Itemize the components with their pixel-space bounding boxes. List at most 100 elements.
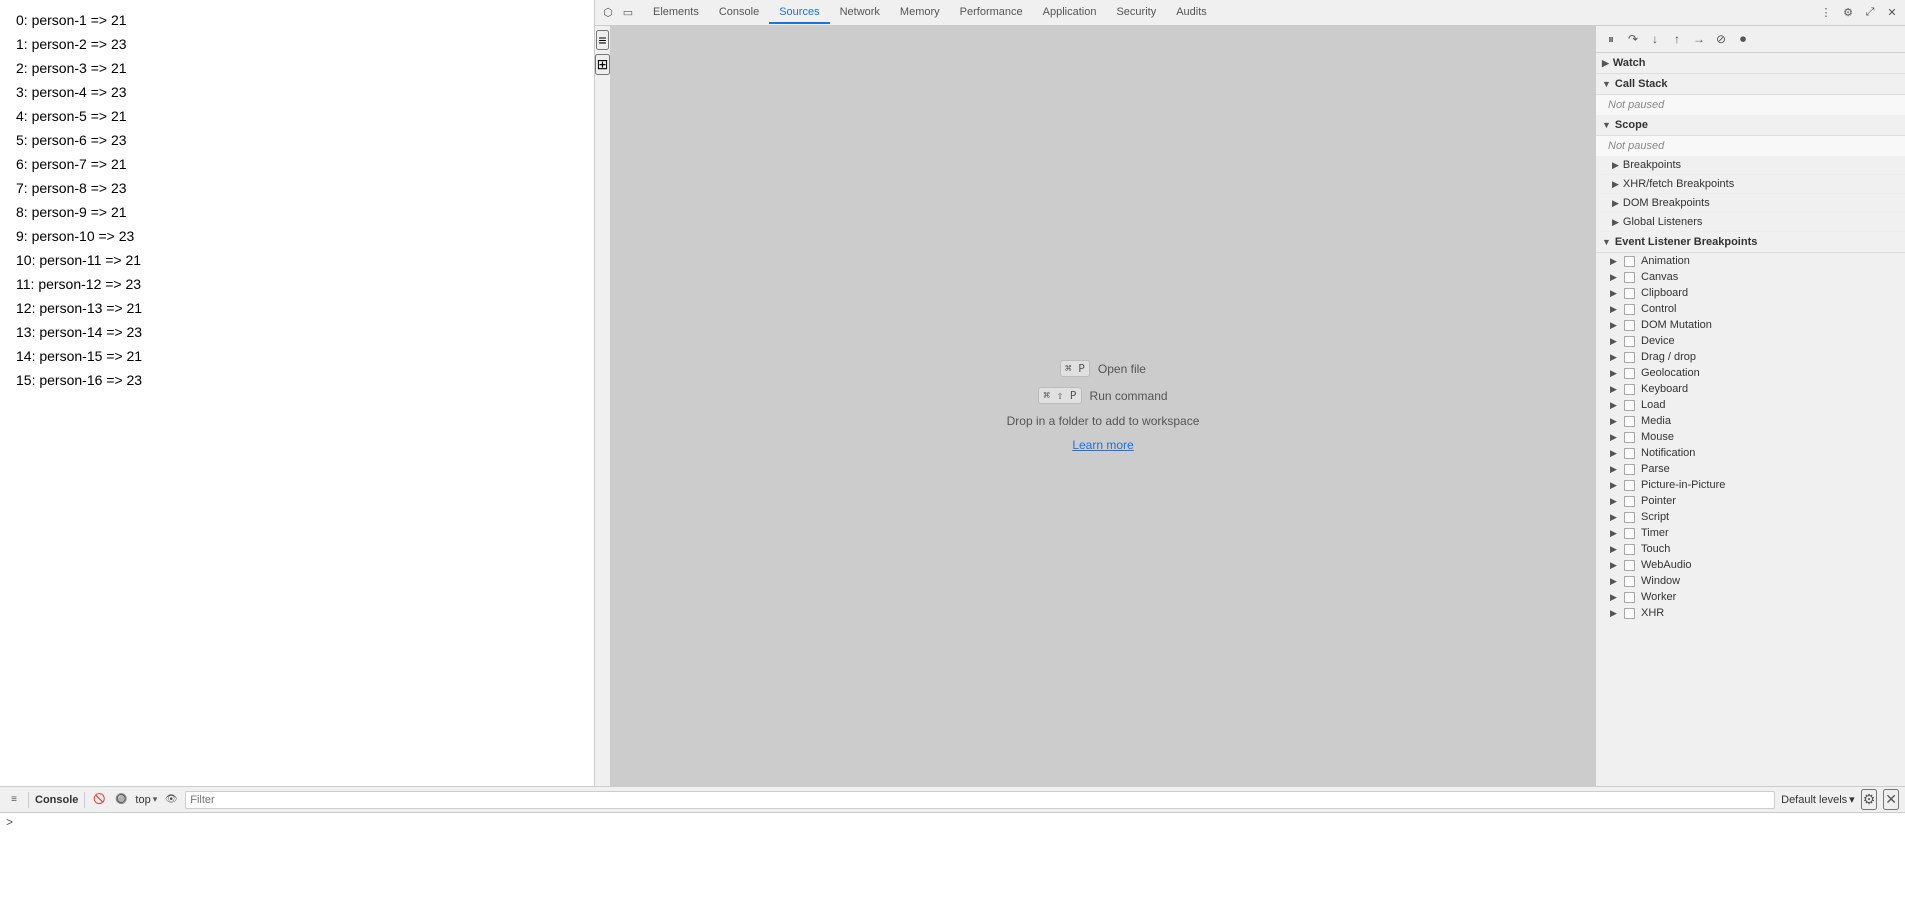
elb-arrow-icon: ▶ bbox=[1610, 528, 1620, 539]
event-listener-item-canvas[interactable]: ▶ Canvas bbox=[1596, 269, 1905, 285]
dock-icon[interactable]: ⤢ bbox=[1861, 4, 1879, 22]
elb-checkbox[interactable] bbox=[1624, 464, 1635, 475]
inspect-icon[interactable]: ⬡ bbox=[599, 4, 617, 22]
event-listener-item-timer[interactable]: ▶ Timer bbox=[1596, 525, 1905, 541]
step-btn[interactable]: → bbox=[1690, 30, 1708, 48]
event-listener-item-animation[interactable]: ▶ Animation bbox=[1596, 253, 1905, 269]
elb-checkbox[interactable] bbox=[1624, 512, 1635, 523]
event-listener-item-drag-drop[interactable]: ▶ Drag / drop bbox=[1596, 349, 1905, 365]
device-icon[interactable]: ▭ bbox=[619, 4, 637, 22]
breakpoints-section-header[interactable]: ▶ Breakpoints bbox=[1596, 156, 1905, 175]
event-listener-item-touch[interactable]: ▶ Touch bbox=[1596, 541, 1905, 557]
console-filter-input[interactable] bbox=[185, 791, 1775, 809]
event-listener-item-device[interactable]: ▶ Device bbox=[1596, 333, 1905, 349]
event-listener-item-control[interactable]: ▶ Control bbox=[1596, 301, 1905, 317]
main-layout: 0: person-1 => 211: person-2 => 232: per… bbox=[0, 0, 1905, 786]
step-out-btn[interactable]: ↑ bbox=[1668, 30, 1686, 48]
console-levels-label: Default levels bbox=[1781, 794, 1847, 806]
console-levels-btn[interactable]: Default levels ▾ bbox=[1781, 793, 1855, 806]
open-file-hint: ⌘ P Open file bbox=[1060, 360, 1146, 377]
tab-network[interactable]: Network bbox=[830, 2, 890, 24]
event-listener-item-media[interactable]: ▶ Media bbox=[1596, 413, 1905, 429]
elb-checkbox[interactable] bbox=[1624, 448, 1635, 459]
elb-checkbox[interactable] bbox=[1624, 400, 1635, 411]
event-listener-item-picture-in-picture[interactable]: ▶ Picture-in-Picture bbox=[1596, 477, 1905, 493]
more-tabs-icon[interactable]: ⋮ bbox=[1817, 4, 1835, 22]
event-listener-item-xhr[interactable]: ▶ XHR bbox=[1596, 605, 1905, 621]
sidebar-toggle-icon[interactable]: ≡ bbox=[596, 30, 608, 50]
elb-checkbox[interactable] bbox=[1624, 528, 1635, 539]
elb-label: Pointer bbox=[1641, 495, 1676, 507]
tab-console[interactable]: Console bbox=[709, 2, 769, 24]
console-prompt-arrow-icon: > bbox=[6, 815, 13, 829]
tab-security[interactable]: Security bbox=[1106, 2, 1166, 24]
event-listener-item-script[interactable]: ▶ Script bbox=[1596, 509, 1905, 525]
event-listener-item-window[interactable]: ▶ Window bbox=[1596, 573, 1905, 589]
event-listener-item-clipboard[interactable]: ▶ Clipboard bbox=[1596, 285, 1905, 301]
dom-breakpoints-section-header[interactable]: ▶ DOM Breakpoints bbox=[1596, 194, 1905, 213]
sidebar-panel-icon[interactable]: ⊞ bbox=[595, 54, 610, 75]
elb-checkbox[interactable] bbox=[1624, 592, 1635, 603]
event-listener-item-load[interactable]: ▶ Load bbox=[1596, 397, 1905, 413]
event-listener-item-notification[interactable]: ▶ Notification bbox=[1596, 445, 1905, 461]
step-over-btn[interactable]: ↷ bbox=[1624, 30, 1642, 48]
xhr-breakpoints-section-header[interactable]: ▶ XHR/fetch Breakpoints bbox=[1596, 175, 1905, 194]
run-command-label: Run command bbox=[1090, 389, 1168, 403]
elb-checkbox[interactable] bbox=[1624, 320, 1635, 331]
elb-checkbox[interactable] bbox=[1624, 480, 1635, 491]
tab-memory[interactable]: Memory bbox=[890, 2, 950, 24]
pause-on-exceptions-btn[interactable]: ⏺ bbox=[1734, 30, 1752, 48]
event-listener-item-worker[interactable]: ▶ Worker bbox=[1596, 589, 1905, 605]
global-listeners-section-header[interactable]: ▶ Global Listeners bbox=[1596, 213, 1905, 232]
elb-arrow-icon: ▶ bbox=[1610, 432, 1620, 443]
dom-breakpoints-label: DOM Breakpoints bbox=[1623, 197, 1710, 209]
learn-more-link[interactable]: Learn more bbox=[1072, 438, 1133, 452]
event-listener-item-webaudio[interactable]: ▶ WebAudio bbox=[1596, 557, 1905, 573]
elb-checkbox[interactable] bbox=[1624, 432, 1635, 443]
step-into-btn[interactable]: ↓ bbox=[1646, 30, 1664, 48]
tab-audits[interactable]: Audits bbox=[1166, 2, 1217, 24]
event-listener-item-geolocation[interactable]: ▶ Geolocation bbox=[1596, 365, 1905, 381]
elb-checkbox[interactable] bbox=[1624, 288, 1635, 299]
event-listener-item-parse[interactable]: ▶ Parse bbox=[1596, 461, 1905, 477]
tab-performance[interactable]: Performance bbox=[950, 2, 1033, 24]
console-eye-icon[interactable]: 👁 bbox=[163, 792, 179, 808]
event-listener-item-pointer[interactable]: ▶ Pointer bbox=[1596, 493, 1905, 509]
elb-checkbox[interactable] bbox=[1624, 544, 1635, 555]
elb-checkbox[interactable] bbox=[1624, 368, 1635, 379]
tab-application[interactable]: Application bbox=[1033, 2, 1107, 24]
elb-checkbox[interactable] bbox=[1624, 496, 1635, 507]
elb-checkbox[interactable] bbox=[1624, 256, 1635, 267]
pause-resume-btn[interactable]: ⏸ bbox=[1602, 30, 1620, 48]
event-listener-label: Event Listener Breakpoints bbox=[1615, 236, 1757, 248]
elb-checkbox[interactable] bbox=[1624, 608, 1635, 619]
elb-checkbox[interactable] bbox=[1624, 272, 1635, 283]
scope-section-header[interactable]: ▼ Scope bbox=[1596, 115, 1905, 136]
console-sidebar-icon[interactable]: ≡ bbox=[6, 792, 22, 808]
console-filter-icon[interactable]: 🔘 bbox=[113, 792, 129, 808]
console-close-icon[interactable]: ✕ bbox=[1883, 789, 1899, 810]
deactivate-breakpoints-btn[interactable]: ⊘ bbox=[1712, 30, 1730, 48]
tab-sources[interactable]: Sources bbox=[769, 2, 829, 24]
elb-checkbox[interactable] bbox=[1624, 384, 1635, 395]
event-listener-section-header[interactable]: ▼ Event Listener Breakpoints bbox=[1596, 232, 1905, 253]
call-stack-section-header[interactable]: ▼ Call Stack bbox=[1596, 74, 1905, 95]
close-devtools-icon[interactable]: ✕ bbox=[1883, 4, 1901, 22]
console-clear-icon[interactable]: 🚫 bbox=[91, 792, 107, 808]
elb-checkbox[interactable] bbox=[1624, 560, 1635, 571]
elb-checkbox[interactable] bbox=[1624, 416, 1635, 427]
elb-checkbox[interactable] bbox=[1624, 576, 1635, 587]
console-settings-icon[interactable]: ⚙ bbox=[1861, 789, 1878, 810]
elb-checkbox[interactable] bbox=[1624, 352, 1635, 363]
elb-checkbox[interactable] bbox=[1624, 304, 1635, 315]
elb-arrow-icon: ▶ bbox=[1610, 608, 1620, 619]
elb-arrow-icon: ▶ bbox=[1610, 416, 1620, 427]
elb-label: Mouse bbox=[1641, 431, 1674, 443]
event-listener-item-dom-mutation[interactable]: ▶ DOM Mutation bbox=[1596, 317, 1905, 333]
tab-elements[interactable]: Elements bbox=[643, 2, 709, 24]
watch-section-header[interactable]: ▶ Watch bbox=[1596, 53, 1905, 74]
event-listener-item-keyboard[interactable]: ▶ Keyboard bbox=[1596, 381, 1905, 397]
event-listener-item-mouse[interactable]: ▶ Mouse bbox=[1596, 429, 1905, 445]
settings-icon[interactable]: ⚙ bbox=[1839, 4, 1857, 22]
elb-checkbox[interactable] bbox=[1624, 336, 1635, 347]
